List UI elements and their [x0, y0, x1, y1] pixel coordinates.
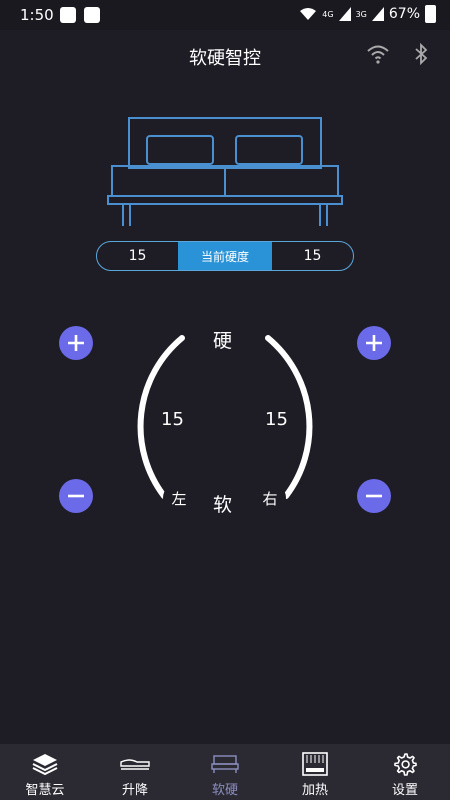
cell-signal-icon [338, 7, 351, 21]
network-label-4g: 4G [322, 9, 334, 19]
right-side-badge: 右 [254, 482, 286, 514]
tab-label: 设置 [391, 783, 418, 798]
right-increase-button[interactable] [357, 326, 391, 360]
right-hardness-value: 15 [303, 248, 322, 264]
dial-left-value: 15 [161, 409, 184, 430]
heater-icon [302, 752, 328, 776]
header: 软硬智控 [0, 30, 450, 82]
plus-icon [366, 335, 382, 351]
mattress-icon [120, 759, 150, 770]
tab-label: 加热 [301, 783, 328, 798]
dial-hard-label: 硬 [213, 330, 233, 352]
bottom-tab-bar: 智慧云 升降 软硬 加热 设置 [0, 744, 450, 800]
battery-icon [425, 5, 436, 23]
left-decrease-button[interactable] [59, 479, 93, 513]
tab-label: 软硬 [211, 783, 238, 798]
network-label-3g: 3G [355, 9, 367, 19]
gear-icon [394, 753, 417, 776]
app-notification-icon [60, 7, 76, 23]
tab-heating[interactable]: 加热 [270, 744, 360, 800]
status-bar: 1:50 4G 3G 67% [0, 0, 450, 30]
current-hardness-bar: 15 当前硬度 15 [96, 241, 354, 271]
minus-icon [366, 494, 382, 498]
signal-wifi-icon [300, 8, 317, 20]
right-decrease-button[interactable] [357, 479, 391, 513]
bed-icon [107, 117, 343, 226]
minus-icon [68, 494, 84, 498]
left-hardness-value: 15 [128, 248, 147, 264]
left-side-badge: 左 [163, 482, 195, 514]
left-increase-button[interactable] [59, 326, 93, 360]
status-time: 1:50 [20, 6, 54, 24]
bluetooth-icon[interactable] [414, 43, 428, 65]
notification-icons [60, 7, 100, 23]
bed-icon [211, 755, 239, 773]
layers-icon [32, 754, 58, 776]
tab-label: 升降 [121, 783, 148, 798]
current-hardness-label: 当前硬度 [178, 242, 272, 270]
tab-hardness[interactable]: 软硬 [180, 744, 270, 800]
wifi-icon[interactable] [366, 44, 390, 64]
tab-smart-cloud[interactable]: 智慧云 [0, 744, 90, 800]
image-notification-icon [84, 7, 100, 23]
battery-percent: 67% [388, 6, 420, 22]
status-right: 4G 3G 67% [299, 5, 436, 23]
tab-lift[interactable]: 升降 [90, 744, 180, 800]
cell-signal-icon-2 [371, 7, 384, 21]
dial-soft-label: 软 [213, 494, 233, 516]
tab-settings[interactable]: 设置 [360, 744, 450, 800]
plus-icon [68, 335, 84, 351]
tab-label: 智慧云 [25, 783, 65, 798]
dial-right-value: 15 [265, 409, 288, 430]
